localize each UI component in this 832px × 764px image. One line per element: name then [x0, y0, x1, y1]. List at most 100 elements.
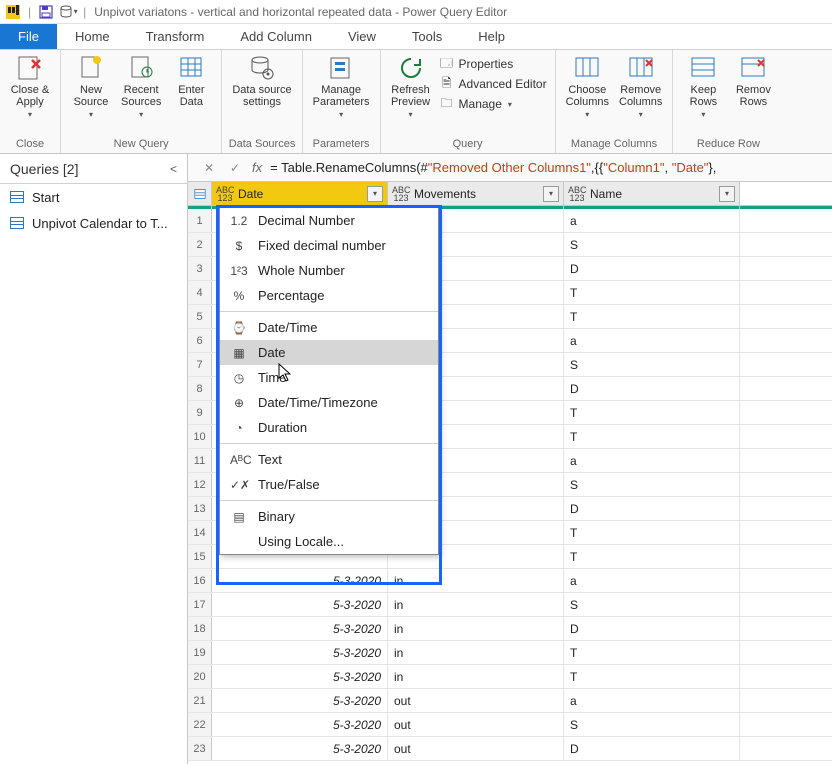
cell-movements[interactable]: in	[388, 569, 564, 592]
enter-data-button[interactable]: Enter Data	[167, 52, 215, 110]
row-number[interactable]: 6	[188, 329, 212, 352]
column-filter-name[interactable]: ▾	[719, 186, 735, 202]
formula-text[interactable]: = Table.RenameColumns(#"Removed Other Co…	[270, 160, 716, 176]
properties-button[interactable]: 🗔Properties	[437, 54, 549, 74]
cell-name[interactable]: T	[564, 281, 740, 304]
data-source-settings-button[interactable]: Data source settings	[228, 52, 295, 110]
remove-columns-button[interactable]: Remove Columns▾	[615, 52, 666, 121]
cell-date[interactable]: 5-3-2020	[212, 617, 388, 640]
tab-file[interactable]: File	[0, 24, 57, 49]
cell-name[interactable]: S	[564, 473, 740, 496]
tab-tools[interactable]: Tools	[394, 24, 460, 49]
recent-sources-button[interactable]: Recent Sources▾	[117, 52, 165, 121]
row-number[interactable]: 16	[188, 569, 212, 592]
cell-name[interactable]: T	[564, 521, 740, 544]
row-number[interactable]: 17	[188, 593, 212, 616]
row-number[interactable]: 1	[188, 209, 212, 232]
type-option[interactable]: ◔Duration	[220, 415, 438, 440]
row-number[interactable]: 11	[188, 449, 212, 472]
row-number[interactable]: 5	[188, 305, 212, 328]
close-apply-button[interactable]: Close & Apply▾	[6, 52, 54, 121]
type-option[interactable]: Using Locale...	[220, 529, 438, 554]
cell-name[interactable]: a	[564, 209, 740, 232]
cell-name[interactable]: a	[564, 329, 740, 352]
row-number[interactable]: 4	[188, 281, 212, 304]
cell-date[interactable]: 5-3-2020	[212, 737, 388, 760]
row-number[interactable]: 18	[188, 617, 212, 640]
remove-rows-button[interactable]: Remov Rows	[729, 52, 777, 110]
type-option[interactable]: ▦Date	[220, 340, 438, 365]
table-row[interactable]: 205-3-2020inT	[188, 665, 832, 689]
row-number[interactable]: 23	[188, 737, 212, 760]
row-number[interactable]: 2	[188, 233, 212, 256]
cell-date[interactable]: 5-3-2020	[212, 569, 388, 592]
type-option[interactable]: $Fixed decimal number	[220, 233, 438, 258]
cell-date[interactable]: 5-3-2020	[212, 665, 388, 688]
cell-name[interactable]: D	[564, 257, 740, 280]
cell-name[interactable]: a	[564, 569, 740, 592]
formula-cancel-icon[interactable]: ✕	[200, 159, 218, 177]
cell-date[interactable]: 5-3-2020	[212, 593, 388, 616]
column-header-movements[interactable]: ABC 123 Movements ▾	[388, 182, 564, 205]
manage-button[interactable]: 🗀Manage▾	[437, 94, 549, 114]
cell-name[interactable]: T	[564, 665, 740, 688]
cell-movements[interactable]: out	[388, 689, 564, 712]
query-item-start[interactable]: Start	[0, 184, 187, 210]
cell-name[interactable]: a	[564, 449, 740, 472]
table-row[interactable]: 175-3-2020inS	[188, 593, 832, 617]
row-number[interactable]: 7	[188, 353, 212, 376]
tab-transform[interactable]: Transform	[128, 24, 223, 49]
column-filter-date[interactable]: ▾	[367, 186, 383, 202]
choose-columns-button[interactable]: Choose Columns▾	[562, 52, 613, 121]
collapse-queries-icon[interactable]: <	[170, 162, 177, 176]
cell-name[interactable]: S	[564, 713, 740, 736]
type-option[interactable]: %Percentage	[220, 283, 438, 308]
cell-name[interactable]: D	[564, 497, 740, 520]
type-option[interactable]: AᴮCText	[220, 447, 438, 472]
type-option[interactable]: 1²3Whole Number	[220, 258, 438, 283]
type-option[interactable]: ✓✗True/False	[220, 472, 438, 497]
column-header-name[interactable]: ABC 123 Name ▾	[564, 182, 740, 205]
query-item-unpivot[interactable]: Unpivot Calendar to T...	[0, 210, 187, 236]
cell-movements[interactable]: out	[388, 737, 564, 760]
row-number[interactable]: 8	[188, 377, 212, 400]
advanced-editor-button[interactable]: 🗎Advanced Editor	[437, 74, 549, 94]
row-number[interactable]: 9	[188, 401, 212, 424]
table-row[interactable]: 165-3-2020ina	[188, 569, 832, 593]
row-number[interactable]: 15	[188, 545, 212, 568]
cell-name[interactable]: S	[564, 233, 740, 256]
cell-movements[interactable]: in	[388, 641, 564, 664]
column-header-date[interactable]: ABC 123 Date ▾	[212, 182, 388, 205]
cell-name[interactable]: T	[564, 425, 740, 448]
cell-name[interactable]: D	[564, 737, 740, 760]
tab-home[interactable]: Home	[57, 24, 128, 49]
cell-name[interactable]: T	[564, 401, 740, 424]
cell-date[interactable]: 5-3-2020	[212, 641, 388, 664]
type-option[interactable]: ◷Time	[220, 365, 438, 390]
table-row[interactable]: 195-3-2020inT	[188, 641, 832, 665]
formula-commit-icon[interactable]: ✓	[226, 159, 244, 177]
row-number[interactable]: 13	[188, 497, 212, 520]
cell-movements[interactable]: in	[388, 593, 564, 616]
keep-rows-button[interactable]: Keep Rows▾	[679, 52, 727, 121]
cell-name[interactable]: S	[564, 593, 740, 616]
cell-date[interactable]: 5-3-2020	[212, 689, 388, 712]
row-number[interactable]: 19	[188, 641, 212, 664]
new-source-button[interactable]: New Source▾	[67, 52, 115, 121]
tab-add-column[interactable]: Add Column	[222, 24, 330, 49]
type-option[interactable]: ⌚Date/Time	[220, 315, 438, 340]
table-row[interactable]: 225-3-2020outS	[188, 713, 832, 737]
row-number[interactable]: 10	[188, 425, 212, 448]
row-number[interactable]: 3	[188, 257, 212, 280]
table-row[interactable]: 235-3-2020outD	[188, 737, 832, 761]
data-source-quick-icon[interactable]: ▾	[57, 1, 79, 23]
select-all-corner[interactable]	[188, 182, 212, 205]
table-row[interactable]: 215-3-2020outa	[188, 689, 832, 713]
cell-name[interactable]: T	[564, 641, 740, 664]
row-number[interactable]: 14	[188, 521, 212, 544]
manage-parameters-button[interactable]: Manage Parameters▾	[309, 52, 374, 121]
row-number[interactable]: 22	[188, 713, 212, 736]
cell-name[interactable]: a	[564, 689, 740, 712]
cell-movements[interactable]: in	[388, 665, 564, 688]
cell-movements[interactable]: in	[388, 617, 564, 640]
